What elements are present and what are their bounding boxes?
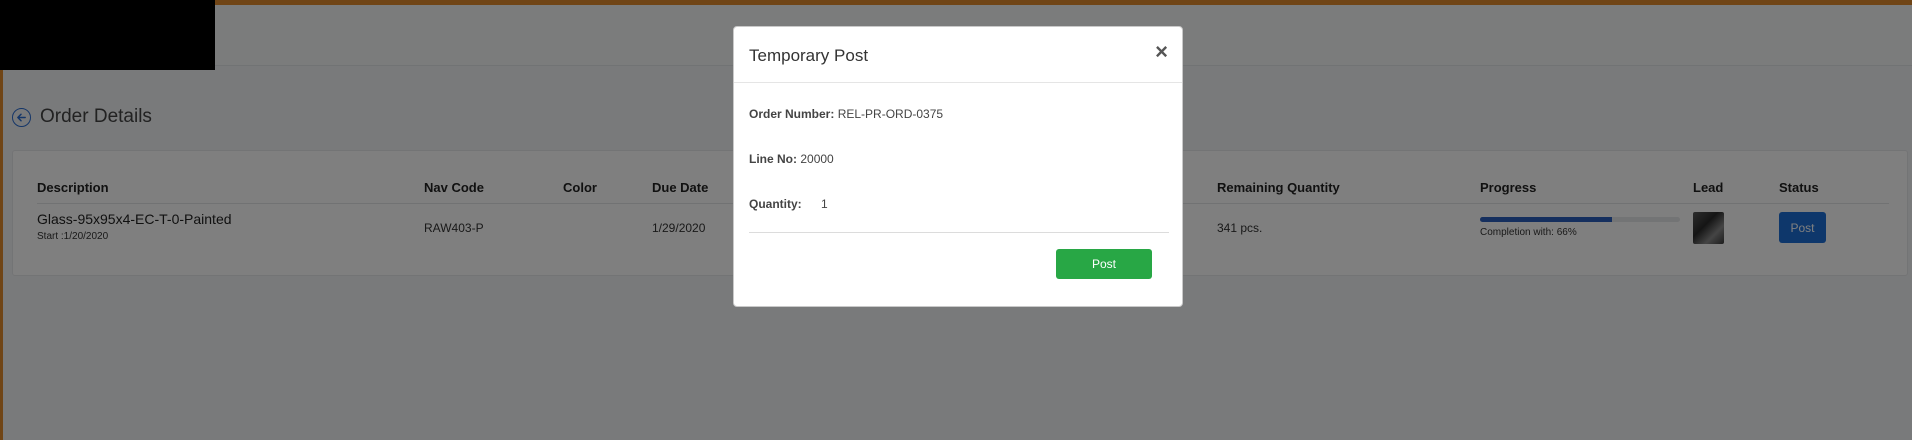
quantity-label: Quantity: <box>749 197 802 211</box>
order-number-field: Order Number: REL-PR-ORD-0375 <box>749 107 943 121</box>
close-icon[interactable]: × <box>1155 41 1168 63</box>
quantity-value: 1 <box>821 197 828 211</box>
line-no-field: Line No: 20000 <box>749 152 834 166</box>
temporary-post-modal: Temporary Post × Order Number: REL-PR-OR… <box>733 26 1183 307</box>
modal-title: Temporary Post <box>749 46 869 65</box>
order-number-value: REL-PR-ORD-0375 <box>837 107 944 121</box>
modal-header: Temporary Post × <box>734 27 1182 83</box>
post-button[interactable]: Post <box>1056 249 1152 279</box>
modal-divider <box>749 232 1169 233</box>
quantity-field: Quantity: 1 <box>749 197 828 211</box>
line-no-value: 20000 <box>800 152 834 166</box>
order-number-label: Order Number: <box>749 107 835 121</box>
line-no-label: Line No: <box>749 152 797 166</box>
